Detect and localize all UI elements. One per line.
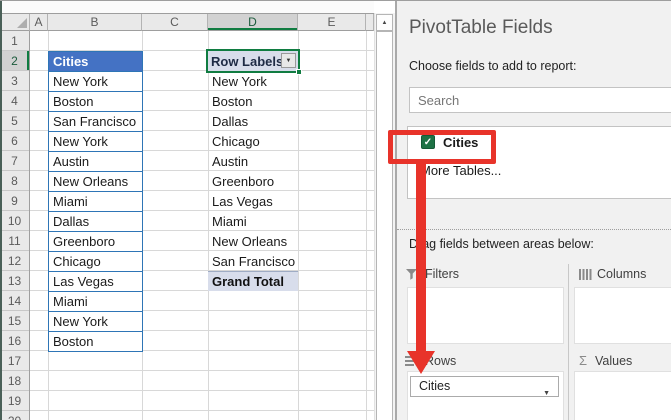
cell-B15[interactable]: New York: [48, 311, 143, 332]
values-area-label: Values: [595, 354, 632, 368]
cell-D6[interactable]: Chicago: [208, 131, 298, 151]
row-header-9[interactable]: 9: [0, 191, 29, 211]
row-header-18[interactable]: 18: [0, 371, 29, 391]
window-left-edge: [0, 1, 2, 420]
columns-area-label: Columns: [597, 267, 646, 281]
row-header-11[interactable]: 11: [0, 231, 29, 251]
cell-D10[interactable]: Miami: [208, 211, 298, 231]
row-headers: 1 2 3 4 5 6 7 8 9 10 11 12 13 14 15 16 1…: [0, 31, 30, 420]
cell-D2-row-labels-selected[interactable]: Row Labels ▼: [206, 49, 300, 73]
pivot-filter-dropdown-button[interactable]: ▼: [281, 53, 296, 68]
row-header-6[interactable]: 6: [0, 131, 29, 151]
vertical-scrollbar[interactable]: ▲: [374, 13, 395, 420]
excel-window: A B C D E 1 2 3 4 5 6 7 8 9 10 11 12 13 …: [0, 0, 671, 420]
select-all-corner[interactable]: [0, 14, 30, 31]
row-header-3[interactable]: 3: [0, 71, 29, 91]
cell-B6[interactable]: New York: [48, 131, 143, 152]
cell-D13-grand-total[interactable]: Grand Total: [208, 271, 298, 291]
annotation-red-rectangle: [388, 130, 496, 164]
gridline: [298, 31, 299, 420]
cell-B13[interactable]: Las Vegas: [48, 271, 143, 292]
drag-fields-label: Drag fields between areas below:: [409, 237, 594, 251]
cell-B12[interactable]: Chicago: [48, 251, 143, 272]
row-header-8[interactable]: 8: [0, 171, 29, 191]
row-header-4[interactable]: 4: [0, 91, 29, 111]
sigma-icon: Σ: [579, 353, 587, 368]
annotation-red-arrow-stem: [416, 161, 426, 352]
filters-area-label: Filters: [425, 267, 459, 281]
rows-field-cities[interactable]: Cities ▼: [410, 376, 559, 397]
cell-B8[interactable]: New Orleans: [48, 171, 143, 192]
worksheet-grid: A B C D E 1 2 3 4 5 6 7 8 9 10 11 12 13 …: [0, 1, 374, 420]
cell-D8[interactable]: Greenboro: [208, 171, 298, 191]
values-area-box[interactable]: [574, 371, 671, 420]
cell-B2-cities-header[interactable]: Cities: [48, 51, 143, 72]
column-header-c[interactable]: C: [142, 14, 208, 31]
areas-divider: [568, 264, 569, 420]
row-header-13[interactable]: 13: [0, 271, 29, 291]
cell-D9[interactable]: Las Vegas: [208, 191, 298, 211]
row-header-16[interactable]: 16: [0, 331, 29, 351]
search-input[interactable]: [409, 87, 671, 113]
row-labels-text: Row Labels: [211, 54, 283, 69]
fill-handle[interactable]: [296, 69, 302, 75]
row-header-20[interactable]: 20: [0, 411, 29, 420]
columns-icon: [579, 268, 592, 281]
cell-B5[interactable]: San Francisco: [48, 111, 143, 132]
cell-B4[interactable]: Boston: [48, 91, 143, 112]
row-header-12[interactable]: 12: [0, 251, 29, 271]
pane-separator: [397, 229, 671, 230]
row-header-14[interactable]: 14: [0, 291, 29, 311]
columns-area-box[interactable]: [574, 287, 671, 344]
column-header-d-selected[interactable]: D: [208, 14, 298, 31]
gridline: [366, 31, 367, 420]
column-header-partial: [366, 14, 374, 31]
row-header-10[interactable]: 10: [0, 211, 29, 231]
row-header-1[interactable]: 1: [0, 31, 29, 51]
choose-fields-label: Choose fields to add to report:: [409, 59, 576, 73]
cell-B9[interactable]: Miami: [48, 191, 143, 212]
rows-field-cities-label: Cities: [419, 379, 450, 393]
cell-B16[interactable]: Boston: [48, 331, 143, 352]
cell-B11[interactable]: Greenboro: [48, 231, 143, 252]
row-header-17[interactable]: 17: [0, 351, 29, 371]
cells-area[interactable]: Cities New York Boston San Francisco New…: [30, 31, 374, 420]
annotation-red-arrow-head: [407, 351, 435, 374]
chevron-down-icon[interactable]: ▼: [543, 384, 550, 403]
pivottable-fields-pane: PivotTable Fields Choose fields to add t…: [395, 1, 671, 420]
column-headers: A B C D E: [0, 13, 374, 31]
column-header-e[interactable]: E: [298, 14, 366, 31]
more-tables-link[interactable]: More Tables...: [420, 163, 501, 178]
column-header-a[interactable]: A: [30, 14, 48, 31]
up-arrow-icon: ▲: [382, 20, 388, 26]
cell-D4[interactable]: Boston: [208, 91, 298, 111]
cell-D12[interactable]: San Francisco: [208, 251, 298, 271]
filters-area-box[interactable]: [407, 287, 564, 344]
row-header-7[interactable]: 7: [0, 151, 29, 171]
row-header-2-selected[interactable]: 2: [0, 51, 29, 71]
cell-D11[interactable]: New Orleans: [208, 231, 298, 251]
cell-D3[interactable]: New York: [208, 71, 298, 91]
formula-bar-edge: [0, 1, 374, 13]
cell-B10[interactable]: Dallas: [48, 211, 143, 232]
pane-title: PivotTable Fields: [409, 17, 553, 39]
cell-D5[interactable]: Dallas: [208, 111, 298, 131]
row-header-15[interactable]: 15: [0, 311, 29, 331]
scroll-up-button[interactable]: ▲: [376, 14, 393, 31]
scrollbar-thumb[interactable]: [376, 31, 393, 420]
cell-D7[interactable]: Austin: [208, 151, 298, 171]
row-header-19[interactable]: 19: [0, 391, 29, 411]
cell-B3[interactable]: New York: [48, 71, 143, 92]
row-header-5[interactable]: 5: [0, 111, 29, 131]
cell-B7[interactable]: Austin: [48, 151, 143, 172]
chevron-down-icon: ▼: [286, 58, 292, 64]
select-all-triangle-icon: [17, 18, 27, 28]
column-header-b[interactable]: B: [48, 14, 142, 31]
cell-B14[interactable]: Miami: [48, 291, 143, 312]
